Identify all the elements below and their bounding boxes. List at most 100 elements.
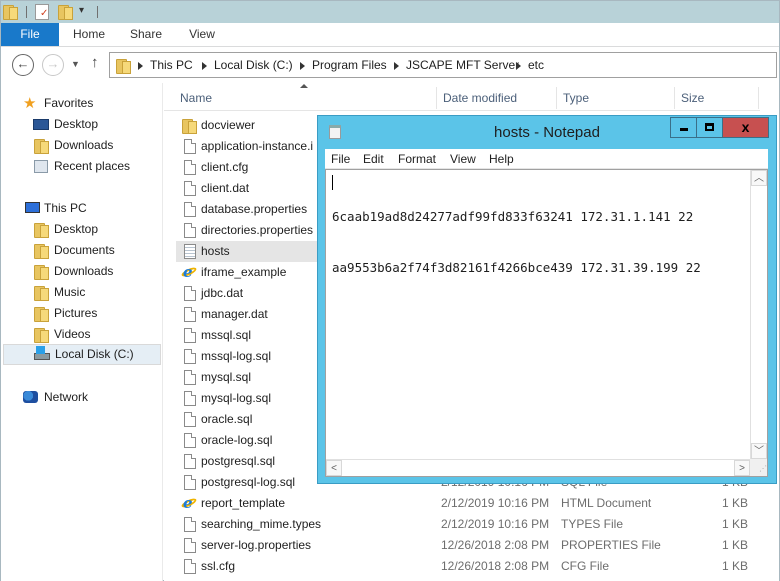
file-row[interactable]: e report_template 2/12/2019 10:16 PM HTML D… (176, 493, 760, 514)
minimize-button[interactable] (670, 117, 697, 138)
menu-format[interactable]: Format (398, 149, 436, 169)
address-bar[interactable]: This PC Local Disk (C:) Program Files JS… (109, 52, 777, 78)
scroll-right-button[interactable]: > (734, 460, 750, 476)
ribbon-tabs: File Home Share View (1, 23, 779, 47)
file-icon (184, 181, 196, 196)
menu-view[interactable]: View (450, 149, 476, 169)
nav-item-label: Downloads (54, 138, 114, 152)
file-name: database.properties (201, 202, 308, 216)
file-row[interactable]: searching_mime.types 2/12/2019 10:16 PM TY… (176, 514, 760, 535)
nav-pc-downloads[interactable]: Downloads (1, 261, 161, 282)
breadcrumb-jscape[interactable]: JSCAPE MFT Server (406, 53, 519, 77)
tab-share[interactable]: Share (125, 23, 167, 46)
horizontal-scrollbar[interactable]: < > (326, 459, 750, 476)
nav-pc-local-disk[interactable]: Local Disk (C:) (3, 344, 161, 365)
nav-favorites-downloads[interactable]: Downloads (1, 135, 161, 156)
nav-this-pc[interactable]: This PC (1, 198, 161, 219)
column-name[interactable]: Name (174, 87, 437, 109)
network-icon (23, 391, 38, 403)
breadcrumb-separator-icon[interactable] (516, 62, 521, 70)
forward-button[interactable]: → (42, 54, 64, 76)
file-icon (184, 307, 196, 322)
nav-recent-places[interactable]: Recent places (1, 156, 161, 177)
file-icon (184, 412, 196, 427)
music-folder-icon (34, 285, 50, 301)
nav-pc-desktop[interactable]: Desktop (1, 219, 161, 240)
column-size[interactable]: Size (675, 87, 759, 109)
menu-file[interactable]: File (331, 149, 350, 169)
nav-favorites-desktop[interactable]: Desktop (1, 114, 161, 135)
file-icon (184, 559, 196, 574)
html-document-icon: e (180, 263, 198, 281)
nav-pc-pictures[interactable]: Pictures (1, 303, 161, 324)
nav-favorites-label: Favorites (44, 96, 94, 110)
file-name: client.dat (201, 181, 250, 195)
text-caret (332, 175, 333, 190)
scroll-down-button[interactable]: ﹀ (751, 443, 767, 459)
file-name: mssql-log.sql (201, 349, 272, 363)
resize-grip-icon[interactable]: ⋰ (750, 459, 767, 476)
properties-icon[interactable]: ✓ (35, 4, 49, 20)
customize-toolbar-icon[interactable]: ▾ (79, 5, 84, 21)
notepad-icon (329, 125, 341, 139)
file-icon (184, 538, 196, 553)
vertical-scrollbar[interactable]: ︿ ﹀ (750, 170, 767, 459)
nav-pc-videos[interactable]: Videos (1, 324, 161, 345)
menu-edit[interactable]: Edit (363, 149, 384, 169)
desktop-folder-icon (34, 222, 50, 238)
tab-home[interactable]: Home (67, 23, 111, 46)
file-type: HTML Document (561, 496, 652, 510)
file-size: 1 KB (721, 559, 748, 573)
tab-file[interactable]: File (1, 23, 59, 46)
file-size: 1 KB (721, 538, 748, 552)
column-header-row: Name Date modified Type Size (164, 83, 760, 111)
file-icon (184, 370, 196, 385)
file-icon (184, 433, 196, 448)
breadcrumb-local-disk[interactable]: Local Disk (C:) (214, 53, 293, 77)
file-icon (184, 160, 196, 175)
breadcrumb-program-files[interactable]: Program Files (312, 53, 387, 77)
nav-pc-music[interactable]: Music (1, 282, 161, 303)
explorer-folder-icon (3, 4, 18, 20)
address-folder-icon (116, 58, 131, 74)
file-size: 1 KB (721, 517, 748, 531)
file-name: oracle.sql (201, 412, 253, 426)
computer-icon (25, 202, 40, 213)
notepad-title-bar[interactable]: hosts - Notepad x (318, 116, 776, 146)
scroll-up-button[interactable]: ︿ (751, 170, 767, 186)
file-row[interactable]: hosts (176, 241, 321, 262)
file-icon (184, 286, 196, 301)
breadcrumb-separator-icon[interactable] (138, 62, 143, 70)
notepad-text-area[interactable]: 6caab19ad8d24277adf99fd833f63241 172.31.… (325, 169, 768, 477)
nav-favorites[interactable]: ★ Favorites (1, 93, 161, 114)
up-button[interactable]: ↑ (91, 54, 99, 71)
breadcrumb-separator-icon[interactable] (202, 62, 207, 70)
new-folder-icon[interactable] (58, 4, 73, 20)
column-date-modified[interactable]: Date modified (437, 87, 557, 109)
nav-pc-documents[interactable]: Documents (1, 240, 161, 261)
breadcrumb-this-pc[interactable]: This PC (150, 53, 193, 77)
toolbar-separator (97, 6, 98, 18)
recent-locations-chevron-icon[interactable]: ▼ (71, 59, 80, 69)
nav-network[interactable]: Network (1, 387, 161, 408)
documents-folder-icon (34, 243, 50, 259)
breadcrumb-separator-icon[interactable] (394, 62, 399, 70)
star-icon: ★ (23, 95, 37, 112)
folder-icon (182, 118, 197, 134)
text-line: aa9553b6a2f74f3d82161f4266bce439 172.31.… (332, 260, 701, 275)
tab-view[interactable]: View (183, 23, 221, 46)
column-type[interactable]: Type (557, 87, 675, 109)
file-row[interactable]: server-log.properties 12/26/2018 2:08 PM P… (176, 535, 760, 556)
file-name: oracle-log.sql (201, 433, 273, 447)
file-row[interactable]: ssl.cfg 12/26/2018 2:08 PM CFG File 1 KB (176, 556, 760, 577)
breadcrumb-separator-icon[interactable] (300, 62, 305, 70)
close-button[interactable]: x (722, 117, 769, 138)
notepad-content[interactable]: 6caab19ad8d24277adf99fd833f63241 172.31.… (332, 174, 701, 310)
breadcrumb-etc[interactable]: etc (528, 53, 544, 77)
maximize-button[interactable] (696, 117, 723, 138)
back-button[interactable]: ← (12, 54, 34, 76)
scroll-left-button[interactable]: < (326, 460, 342, 476)
menu-help[interactable]: Help (489, 149, 514, 169)
file-name: server-log.properties (201, 538, 312, 552)
nav-item-label: Local Disk (C:) (55, 347, 134, 361)
